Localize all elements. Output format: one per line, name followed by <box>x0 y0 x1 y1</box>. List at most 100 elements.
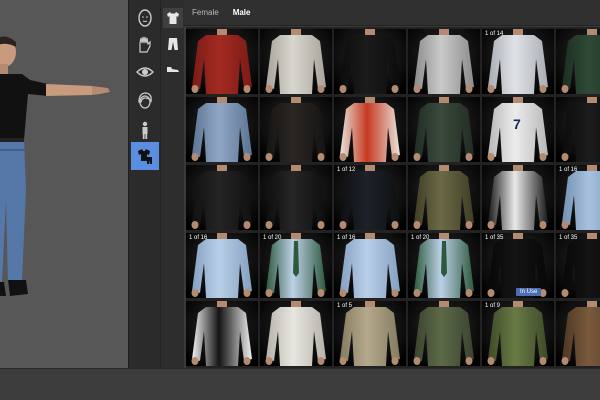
garment-tile[interactable]: 1 of 35 <box>556 233 600 298</box>
clothing-icon <box>138 149 152 164</box>
garment-tile[interactable] <box>556 301 600 366</box>
garment-tile[interactable] <box>408 301 480 366</box>
garment-thumbnail <box>260 233 332 298</box>
garment-tile[interactable] <box>334 97 406 162</box>
garment-tile[interactable] <box>186 301 258 366</box>
garment-thumbnail <box>334 301 406 366</box>
garment-thumbnail <box>260 301 332 366</box>
garment-tile[interactable]: 1 of 9 <box>482 301 554 366</box>
svg-text:7: 7 <box>513 116 521 132</box>
garment-thumbnail <box>186 301 258 366</box>
variant-count-badge: 1 of 12 <box>337 167 356 173</box>
body-icon <box>142 121 148 139</box>
garment-thumbnail <box>556 233 600 298</box>
in-use-badge: In Use <box>516 288 542 296</box>
garment-thumbnail <box>260 29 332 94</box>
garment-tile[interactable] <box>408 29 480 94</box>
garment-tile[interactable]: 1 of 14 <box>482 29 554 94</box>
variant-count-badge: 1 of 5 <box>337 303 353 309</box>
garment-thumbnail <box>260 165 332 230</box>
category-rail <box>128 0 160 368</box>
garment-thumbnail <box>408 165 480 230</box>
garment-tile[interactable]: 1 of 16 <box>556 165 600 230</box>
garment-tile[interactable] <box>186 29 258 94</box>
garment-tile[interactable]: 7 <box>482 97 554 162</box>
garment-tile[interactable] <box>186 97 258 162</box>
variant-count-badge: 1 of 16 <box>559 167 578 173</box>
garment-thumbnail <box>482 29 554 94</box>
rail-head-button[interactable] <box>131 4 159 32</box>
subcategory-rail <box>160 0 184 368</box>
variant-count-badge: 1 of 35 <box>485 235 504 241</box>
garment-thumbnail <box>482 301 554 366</box>
variant-count-badge: 1 of 16 <box>337 235 356 241</box>
garment-thumbnail <box>186 233 258 298</box>
character-viewport[interactable] <box>0 0 128 368</box>
rail-eye-button[interactable] <box>131 58 159 86</box>
garment-tile[interactable]: 1 of 35 In Use <box>482 233 554 298</box>
gender-tabs: Female Male <box>184 0 600 26</box>
rail-body-button[interactable] <box>131 116 159 144</box>
variant-count-badge: 1 of 35 <box>559 235 578 241</box>
garment-thumbnail <box>186 29 258 94</box>
hand-icon <box>139 36 151 53</box>
garment-thumbnail <box>408 301 480 366</box>
garment-tile[interactable] <box>556 97 600 162</box>
tab-female[interactable]: Female <box>190 6 221 19</box>
garment-thumbnail <box>334 97 406 162</box>
character-creator-window: Female Male 1 of 14 7 1 of 12 1 of 16 1 of 1… <box>0 0 600 400</box>
garment-tile[interactable]: 1 of 20 <box>260 233 332 298</box>
head-icon <box>138 9 152 27</box>
garment-tile[interactable] <box>408 165 480 230</box>
pants-icon <box>168 38 178 50</box>
garment-thumbnail <box>556 301 600 366</box>
garment-thumbnail <box>556 97 600 162</box>
garment-thumbnail <box>334 233 406 298</box>
garment-thumbnail <box>334 29 406 94</box>
eye-icon <box>136 67 154 77</box>
variant-count-badge: 1 of 20 <box>263 235 282 241</box>
garment-tile[interactable] <box>556 29 600 94</box>
garment-thumbnail <box>482 165 554 230</box>
garment-thumbnail <box>408 97 480 162</box>
variant-count-badge: 1 of 14 <box>485 31 504 37</box>
sub-shoe-button[interactable] <box>163 58 183 78</box>
rail-hand-button[interactable] <box>131 30 159 58</box>
garment-tile[interactable] <box>260 97 332 162</box>
garment-tile[interactable] <box>334 29 406 94</box>
variant-count-badge: 1 of 16 <box>189 235 208 241</box>
garment-tile[interactable]: 1 of 16 <box>334 233 406 298</box>
garment-tile[interactable]: 1 of 16 <box>186 233 258 298</box>
garment-thumbnail <box>260 97 332 162</box>
shoe-icon <box>167 67 179 72</box>
bottom-bar <box>0 368 600 400</box>
sub-shirt-button[interactable] <box>163 8 183 28</box>
tab-male[interactable]: Male <box>231 6 253 19</box>
hair-icon <box>138 92 152 109</box>
garment-tile[interactable] <box>260 165 332 230</box>
rail-hair-button[interactable] <box>131 86 159 114</box>
sub-pants-button[interactable] <box>163 34 183 54</box>
garment-thumbnail: 7 <box>482 97 554 162</box>
garment-thumbnail <box>186 97 258 162</box>
garment-tile[interactable] <box>260 29 332 94</box>
garment-thumbnail <box>556 29 600 94</box>
rail-clothing-button[interactable] <box>131 142 159 170</box>
character-model <box>0 36 110 296</box>
clothing-grid: 1 of 14 7 1 of 12 1 of 16 1 of 16 1 of 20 1 of… <box>186 27 600 368</box>
garment-thumbnail <box>186 165 258 230</box>
shirt-icon <box>167 12 179 24</box>
garment-thumbnail <box>408 233 480 298</box>
garment-tile[interactable] <box>260 301 332 366</box>
garment-thumbnail <box>334 165 406 230</box>
variant-count-badge: 1 of 20 <box>411 235 430 241</box>
garment-tile[interactable] <box>408 97 480 162</box>
garment-tile[interactable] <box>482 165 554 230</box>
variant-count-badge: 1 of 9 <box>485 303 501 309</box>
garment-tile[interactable] <box>186 165 258 230</box>
garment-thumbnail <box>408 29 480 94</box>
garment-tile[interactable]: 1 of 12 <box>334 165 406 230</box>
garment-tile[interactable]: 1 of 5 <box>334 301 406 366</box>
garment-tile[interactable]: 1 of 20 <box>408 233 480 298</box>
garment-thumbnail <box>556 165 600 230</box>
